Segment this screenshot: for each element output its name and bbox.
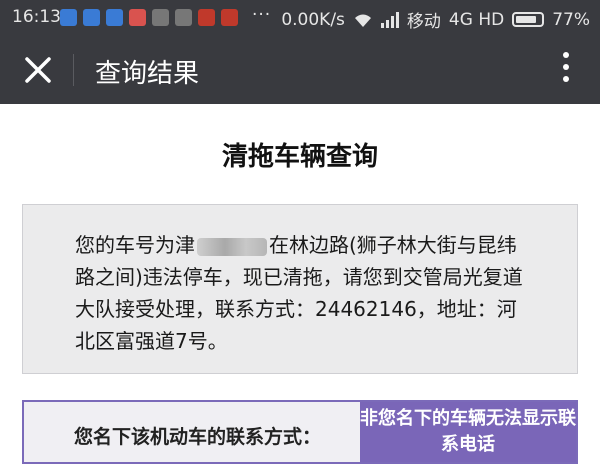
clock: 16:13 (12, 7, 61, 27)
app-bar: 查询结果 (0, 36, 600, 104)
net-speed: 0.00K/s (281, 9, 345, 30)
status-bar: 16:13 ··· 0.00K/s 移动 4G HD 77% (0, 0, 600, 36)
notification-app-icon (198, 9, 215, 26)
status-icons: 0.00K/s 移动 4G HD 77% (281, 7, 590, 33)
close-icon[interactable] (22, 54, 54, 86)
contact-unavailable-button[interactable]: 非您名下的车辆无法显示联系电话 (360, 402, 576, 462)
notification-app-icon (129, 9, 146, 26)
contact-row: 您名下该机动车的联系方式： 非您名下的车辆无法显示联系电话 (22, 400, 578, 464)
redacted-plate-number (197, 237, 267, 256)
more-vertical-icon[interactable] (562, 52, 570, 88)
notification-app-icon (221, 9, 238, 26)
result-message: 您的车号为津 在林边路(狮子林大街与昆纬路之间)违法停车，现已清拖，请您到交管局光… (75, 229, 525, 357)
notification-app-icon (152, 9, 169, 26)
battery-icon (512, 12, 545, 27)
page-title: 查询结果 (95, 59, 200, 89)
notification-app-icon (106, 9, 123, 26)
notification-app-icon (175, 9, 192, 26)
notification-app-icon (83, 9, 100, 26)
more-notifications-indicator: ··· (252, 5, 272, 25)
result-message-box: 您的车号为津 在林边路(狮子林大街与昆纬路之间)违法停车，现已清拖，请您到交管局光… (22, 204, 578, 374)
content-heading: 清拖车辆查询 (221, 142, 378, 172)
divider (73, 54, 74, 86)
notification-app-icon (60, 9, 77, 26)
battery-level: 77% (552, 9, 590, 30)
carrier-label: 移动 (406, 12, 441, 32)
signal-icon (380, 11, 399, 28)
network-label: 4G HD (448, 9, 505, 30)
message-part-1: 您的车号为津 (75, 233, 195, 257)
wifi-icon (354, 14, 371, 27)
contact-label: 您名下该机动车的联系方式： (74, 426, 322, 448)
